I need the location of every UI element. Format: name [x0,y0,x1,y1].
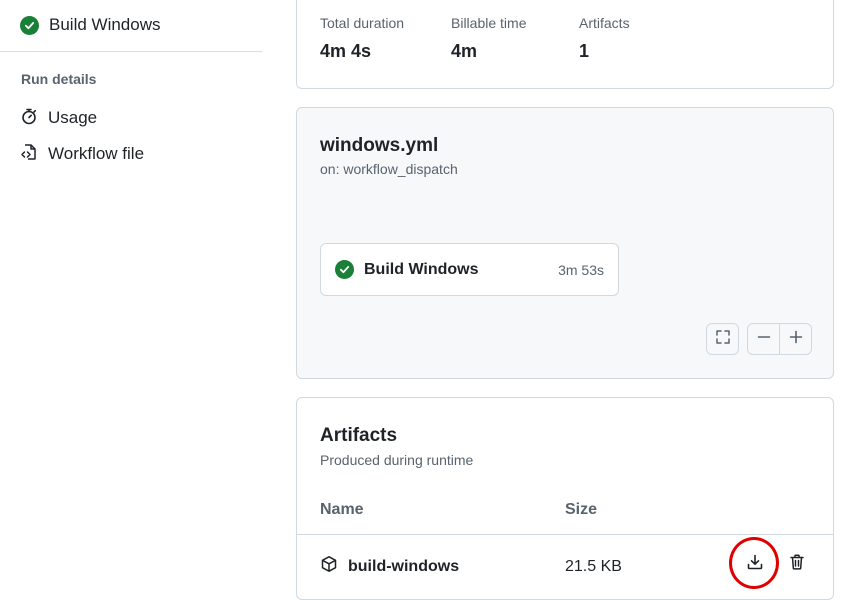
artifacts-subtitle: Produced during runtime [320,452,474,468]
column-header-size: Size [565,501,598,518]
trash-icon [788,553,806,576]
graph-job-build-windows[interactable]: Build Windows 3m 53s [320,243,619,296]
package-icon [320,555,338,578]
graph-job-name: Build Windows [364,260,479,278]
artifact-size: 21.5 KB [565,558,622,575]
zoom-out-icon [756,329,772,350]
stat-value: 4m 4s [320,41,372,61]
file-code-icon [20,143,38,166]
sidebar-link-label: Workflow file [48,144,145,163]
stat-total-duration: Total duration 4m 4s [320,15,404,62]
success-check-icon [20,15,39,35]
fullscreen-button[interactable] [706,323,739,355]
stat-value: 1 [579,41,590,61]
success-check-icon [335,260,354,279]
artifacts-card: Artifacts Produced during runtime Name S… [296,397,834,600]
zoom-out-button[interactable] [748,324,779,354]
stat-label: Total duration [320,15,405,31]
zoom-in-button[interactable] [779,324,811,354]
artifacts-title: Artifacts [320,425,398,446]
sidebar-link-label: Usage [48,108,98,127]
fullscreen-icon [715,329,731,350]
zoom-controls [747,323,812,355]
sidebar-link-workflow-file[interactable]: Workflow file [20,142,144,166]
artifact-name-link[interactable]: build-windows [320,555,459,578]
delete-artifact-button[interactable] [783,550,811,578]
workflow-trigger: on: workflow_dispatch [320,161,458,177]
sidebar-job-build-windows[interactable]: Build Windows [20,12,161,38]
stat-label: Artifacts [579,15,630,31]
stat-value: 4m [451,41,478,61]
run-details-heading: Run details [21,71,97,87]
stopwatch-icon [20,107,38,130]
workflow-graph-card: windows.yml on: workflow_dispatch Build … [296,107,834,379]
graph-job-duration: 3m 53s [558,261,604,278]
zoom-in-icon [788,329,804,350]
sidebar-job-label: Build Windows [49,15,161,34]
sidebar-link-usage[interactable]: Usage [20,106,97,130]
download-artifact-button[interactable] [741,550,769,578]
download-icon [746,553,764,576]
table-row: build-windows 21.5 KB [297,535,833,599]
sidebar-divider [0,51,262,52]
run-summary-card: Total duration 4m 4s Billable time 4m Ar… [296,0,834,89]
stat-artifacts-count: Artifacts 1 [579,15,630,62]
column-header-name: Name [320,501,364,518]
stat-billable-time: Billable time 4m [451,15,526,62]
sidebar: Build Windows Run details Usage Workflow… [0,0,262,600]
workflow-file-title: windows.yml [320,135,439,156]
artifact-name: build-windows [348,557,460,575]
stat-label: Billable time [451,15,527,31]
